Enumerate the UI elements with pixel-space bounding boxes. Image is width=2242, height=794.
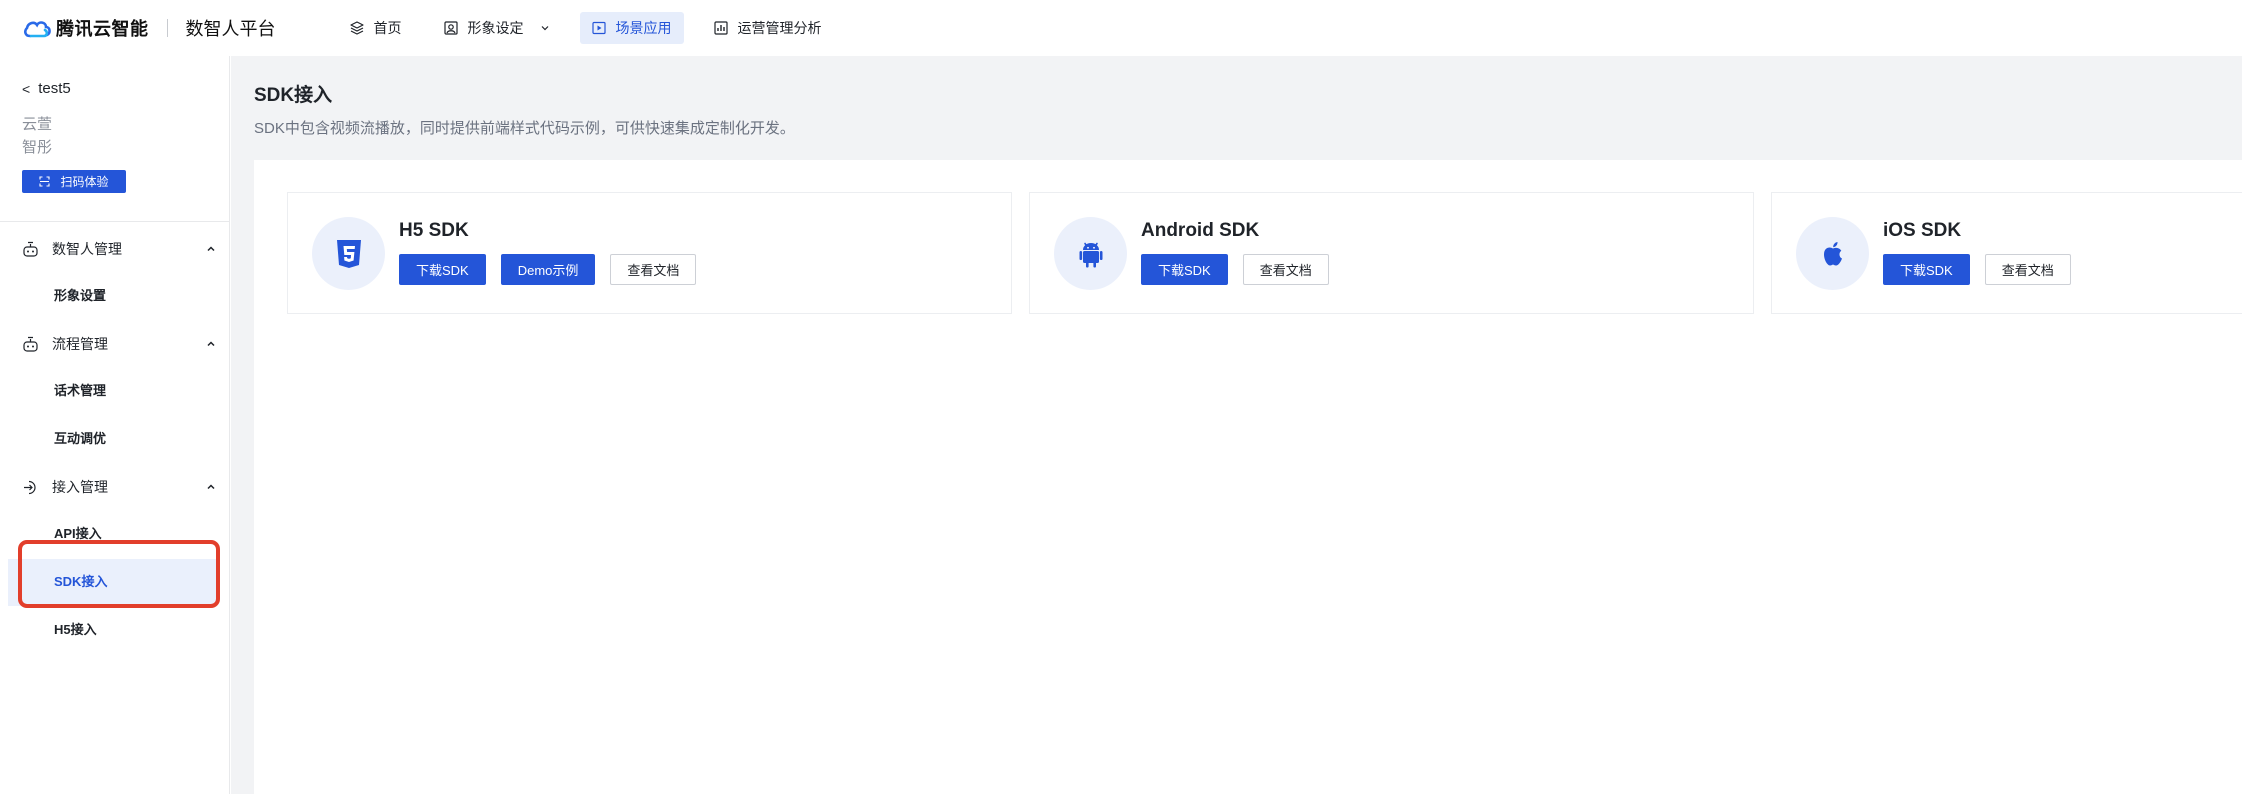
download-sdk-button[interactable]: 下载SDK (1141, 254, 1228, 285)
nav-label: 场景应用 (615, 20, 672, 36)
html5-icon (336, 239, 361, 268)
card-actions: 下载SDK 查看文档 (1141, 254, 1344, 285)
download-sdk-button[interactable]: 下载SDK (399, 254, 486, 285)
sidebar-item-h5[interactable]: H5接入 (54, 619, 97, 638)
robot-icon (23, 241, 38, 257)
nav-operations-analytics[interactable]: 运营管理分析 (702, 12, 834, 44)
sidebar-item-avatar-settings[interactable]: 形象设置 (54, 285, 106, 304)
nav-avatar-settings[interactable]: 形象设定 (432, 12, 562, 44)
sidebar-group-digital-human[interactable]: 数智人管理 (22, 239, 216, 259)
avatar-name-primary: 云萱 (22, 116, 53, 133)
logo-divider (166, 19, 168, 37)
apple-icon (1823, 241, 1842, 265)
card-icon-wrap (1054, 217, 1127, 290)
main-nav: 首页 形象设定 场景应用 运营管理分析 (338, 12, 852, 44)
robot-icon (23, 336, 38, 352)
layers-icon (349, 21, 364, 35)
back-link[interactable]: < test5 (22, 80, 71, 97)
card-icon-wrap (312, 217, 385, 290)
card-actions: 下载SDK 查看文档 (1883, 254, 2086, 285)
nav-label: 形象设定 (467, 20, 524, 36)
sidebar-item-interaction-tuning[interactable]: 互动调优 (54, 428, 106, 447)
chevron-up-icon (207, 484, 215, 490)
sidebar: < test5 云萱 智彤 扫码体验 数智人管理 形象设置 流程管理 话术管理 … (0, 56, 230, 794)
app-name: test5 (38, 80, 71, 97)
card-title: H5 SDK (399, 220, 469, 241)
highlight-box (18, 540, 220, 608)
sdk-card-android: Android SDK 下载SDK 查看文档 (1029, 192, 1754, 314)
android-icon (1079, 242, 1102, 267)
nav-label: 运营管理分析 (737, 20, 822, 36)
sidebar-group-label: 流程管理 (52, 336, 108, 352)
sidebar-group-integration[interactable]: 接入管理 (22, 477, 216, 497)
brand-logo[interactable]: 腾讯云智能 (22, 15, 149, 41)
sidebar-divider (0, 221, 229, 222)
card-title: iOS SDK (1883, 220, 1962, 241)
chevron-up-icon (207, 341, 215, 347)
sidebar-group-label: 接入管理 (52, 479, 108, 495)
chevron-down-icon (541, 26, 548, 31)
login-icon (24, 480, 36, 494)
download-sdk-button[interactable]: 下载SDK (1883, 254, 1970, 285)
sidebar-group-label: 数智人管理 (52, 241, 122, 257)
sdk-card-ios: iOS SDK 下载SDK 查看文档 (1771, 192, 2242, 314)
view-docs-button[interactable]: 查看文档 (1242, 254, 1329, 285)
nav-home[interactable]: 首页 (338, 12, 414, 44)
portrait-icon (443, 21, 458, 35)
sdk-panel: H5 SDK 下载SDK Demo示例 查看文档 Android SDK 下载S… (254, 160, 2242, 794)
nav-label: 首页 (373, 20, 402, 36)
platform-name: 数智人平台 (185, 19, 276, 39)
bar-chart-icon (713, 21, 728, 35)
play-square-icon (591, 21, 606, 35)
scan-to-try-button[interactable]: 扫码体验 (22, 170, 126, 193)
scan-icon (39, 176, 51, 187)
view-docs-button[interactable]: 查看文档 (610, 254, 697, 285)
card-title: Android SDK (1141, 220, 1260, 241)
chevron-up-icon (207, 246, 215, 252)
sidebar-group-flow[interactable]: 流程管理 (22, 334, 216, 354)
main-content: SDK接入 SDK中包含视频流播放，同时提供前端样式代码示例，可供快速集成定制化… (231, 56, 2242, 794)
card-actions: 下载SDK Demo示例 查看文档 (399, 254, 711, 285)
card-icon-wrap (1796, 217, 1869, 290)
sidebar-item-script-management[interactable]: 话术管理 (54, 380, 106, 399)
view-docs-button[interactable]: 查看文档 (1984, 254, 2071, 285)
logo-text: 腾讯云智能 (56, 19, 149, 39)
page-title: SDK接入 (254, 85, 333, 106)
page-header: SDK接入 SDK中包含视频流播放，同时提供前端样式代码示例，可供快速集成定制化… (231, 56, 2242, 160)
top-navbar: 腾讯云智能 数智人平台 首页 形象设定 场景应用 运营管理分析 (0, 0, 2242, 56)
page-description: SDK中包含视频流播放，同时提供前端样式代码示例，可供快速集成定制化开发。 (254, 120, 795, 137)
scan-button-label: 扫码体验 (60, 175, 109, 189)
avatar-name-secondary: 智彤 (22, 139, 53, 156)
nav-scene-apps[interactable]: 场景应用 (579, 12, 684, 44)
sdk-card-h5: H5 SDK 下载SDK Demo示例 查看文档 (287, 192, 1012, 314)
demo-example-button[interactable]: Demo示例 (500, 254, 596, 285)
cloud-logo-icon (24, 21, 51, 38)
chevron-left-icon: < (22, 80, 31, 97)
